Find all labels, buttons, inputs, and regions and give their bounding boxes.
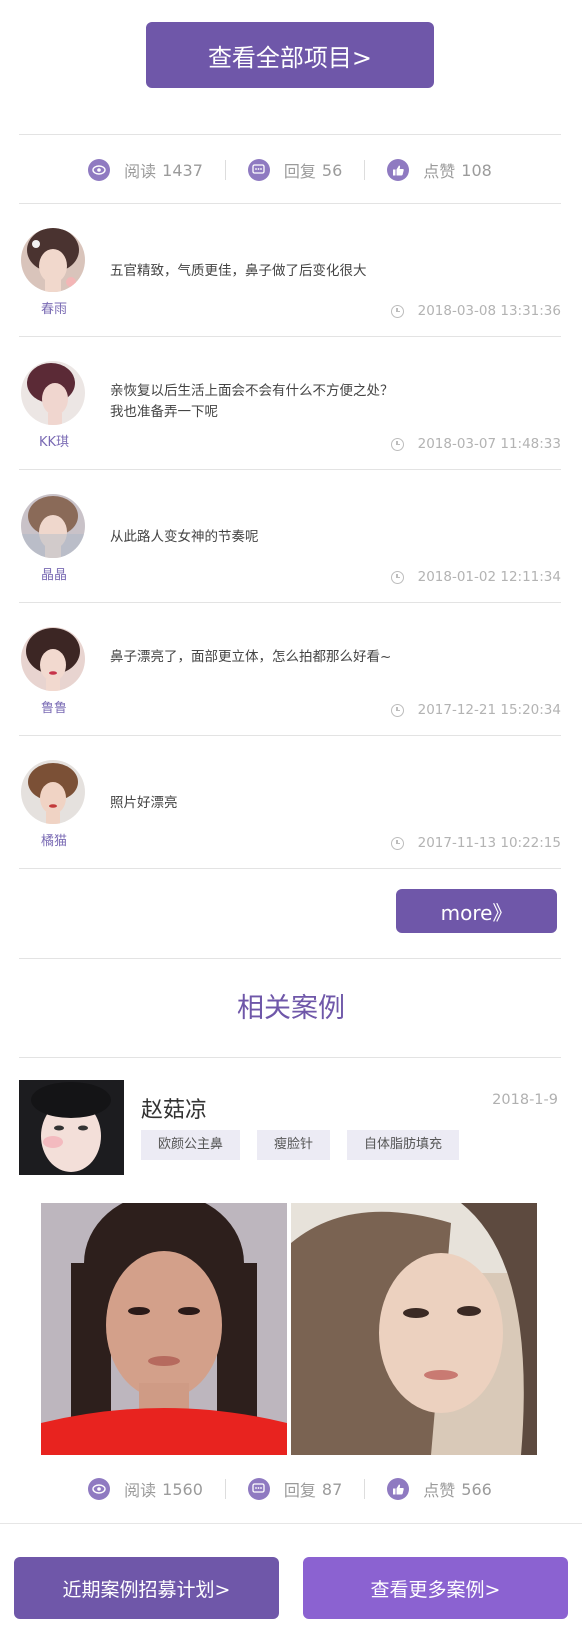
- page: 查看全部项目> 阅读 1437 回复 56 点赞 108 春雨 五官精致，气质更…: [0, 0, 582, 1644]
- clock-icon: [390, 304, 404, 318]
- more-cases-button[interactable]: 查看更多案例>: [303, 1557, 568, 1619]
- comment-time: 2018-01-02 12:11:34: [390, 569, 561, 585]
- comment-time: 2018-03-07 11:48:33: [390, 436, 561, 452]
- comment-timestamp: 2018-01-02 12:11:34: [417, 569, 561, 585]
- read-label: 阅读: [124, 162, 157, 181]
- avatar: [21, 627, 85, 691]
- eye-icon: [88, 159, 111, 181]
- eye-icon: [88, 1478, 111, 1500]
- comment-text: 鼻子漂亮了，面部更立体，怎么拍都那么好看~: [110, 649, 392, 665]
- comment-timestamp: 2018-03-08 13:31:36: [417, 303, 561, 319]
- case-name[interactable]: 赵菇凉: [141, 1092, 207, 1124]
- comment-text: 从此路人变女神的节奏呢: [110, 529, 259, 545]
- case-tags: 欧颜公主鼻 瘦脸针 自体脂肪填充: [141, 1130, 476, 1160]
- reply-stat[interactable]: 回复 56: [226, 158, 364, 182]
- tag[interactable]: 瘦脸针: [257, 1130, 331, 1160]
- like-count: 108: [461, 160, 492, 180]
- avatar: [21, 228, 85, 292]
- divider: [19, 134, 561, 135]
- avatar: [21, 361, 85, 425]
- read-label: 阅读: [124, 1481, 157, 1500]
- clock-icon: [390, 836, 404, 850]
- after-photo[interactable]: [291, 1203, 537, 1455]
- comment-item: 晶晶 从此路人变女神的节奏呢 2018-01-02 12:11:34: [19, 470, 561, 603]
- reply-count: 56: [321, 160, 343, 180]
- stats-bar-top: 阅读 1437 回复 56 点赞 108: [19, 150, 561, 190]
- avatar-name: KK琪: [38, 435, 70, 450]
- avatar: [21, 494, 85, 558]
- view-all-projects-button[interactable]: 查看全部项目>: [146, 22, 434, 88]
- case-date: 2018-1-9: [492, 1092, 558, 1108]
- comment-time: 2018-03-08 13:31:36: [390, 303, 561, 319]
- comment-item: 橘猫 照片好漂亮 2017-11-13 10:22:15: [19, 736, 561, 869]
- read-stat: 阅读 1437: [66, 158, 225, 182]
- read-count: 1560: [162, 1479, 203, 1499]
- tag[interactable]: 自体脂肪填充: [347, 1130, 460, 1160]
- before-photo[interactable]: [41, 1203, 287, 1455]
- comment-item: 鲁鲁 鼻子漂亮了，面部更立体，怎么拍都那么好看~ 2017-12-21 15:2…: [19, 603, 561, 736]
- like-label: 点赞: [423, 1481, 456, 1500]
- avatar-name: 鲁鲁: [40, 701, 67, 716]
- tag[interactable]: 欧颜公主鼻: [141, 1130, 241, 1160]
- comment-text: 亲恢复以后生活上面会不会有什么不方便之处？我也准备弄一下呢: [110, 383, 394, 420]
- like-count: 566: [461, 1479, 492, 1499]
- comment-timestamp: 2017-12-21 15:20:34: [417, 702, 561, 718]
- recruitment-plan-button[interactable]: 近期案例招募计划>: [14, 1557, 279, 1619]
- thumbs-up-icon: [387, 159, 410, 181]
- read-count: 1437: [162, 160, 203, 180]
- comment-timestamp: 2017-11-13 10:22:15: [417, 835, 561, 851]
- clock-icon: [390, 437, 404, 451]
- message-icon: [247, 159, 270, 181]
- clock-icon: [390, 703, 404, 717]
- avatar-name: 晶晶: [40, 568, 67, 583]
- divider: [19, 868, 561, 869]
- avatar: [21, 760, 85, 824]
- more-button[interactable]: more》: [396, 889, 557, 933]
- thumbs-up-icon: [387, 1478, 410, 1500]
- read-stat: 阅读 1560: [66, 1477, 225, 1501]
- message-icon: [247, 1478, 270, 1500]
- comment-text: 照片好漂亮: [110, 795, 178, 811]
- avatar-name: 橘猫: [40, 834, 67, 849]
- comment-text: 五官精致，气质更佳，鼻子做了后变化很大: [110, 263, 367, 279]
- stats-bar-bottom: 阅读 1560 回复 87 点赞 566: [19, 1469, 561, 1509]
- like-stat[interactable]: 点赞 108: [365, 158, 514, 182]
- comment-time: 2017-11-13 10:22:15: [390, 835, 561, 851]
- avatar-name: 春雨: [40, 302, 67, 317]
- reply-count: 87: [321, 1479, 343, 1499]
- section-title: 相关案例: [237, 993, 345, 1024]
- reply-label: 回复: [283, 1481, 316, 1500]
- comment-item: 春雨 五官精致，气质更佳，鼻子做了后变化很大 2018-03-08 13:31:…: [19, 204, 561, 337]
- like-stat[interactable]: 点赞 566: [365, 1477, 514, 1501]
- comment-time: 2017-12-21 15:20:34: [390, 702, 561, 718]
- reply-stat[interactable]: 回复 87: [226, 1477, 364, 1501]
- clock-icon: [390, 570, 404, 584]
- divider: [19, 1057, 561, 1058]
- reply-label: 回复: [283, 162, 316, 181]
- comment-timestamp: 2018-03-07 11:48:33: [417, 436, 561, 452]
- divider: [0, 1523, 582, 1524]
- divider: [19, 958, 561, 959]
- like-label: 点赞: [423, 162, 456, 181]
- comment-item: KK琪 亲恢复以后生活上面会不会有什么不方便之处？我也准备弄一下呢 2018-0…: [19, 337, 561, 470]
- case-avatar-photo[interactable]: [19, 1080, 124, 1175]
